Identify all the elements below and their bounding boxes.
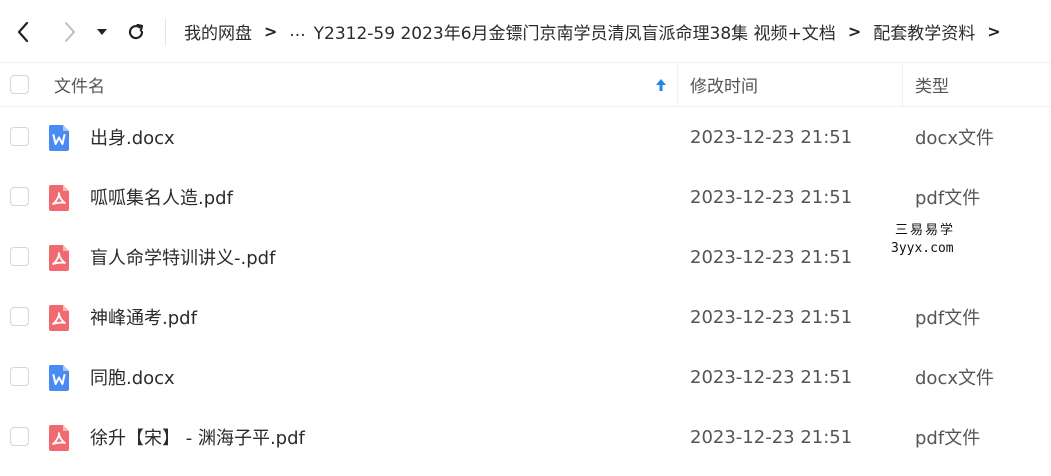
select-all-checkbox[interactable] [10,75,29,94]
toolbar-divider [165,18,166,46]
row-checkbox[interactable] [10,247,29,266]
pdf-icon [48,425,69,451]
row-checkbox[interactable] [10,367,29,386]
pdf-icon [48,305,69,331]
breadcrumb-item-my-drive[interactable]: 我的网盘 [184,19,252,44]
back-button[interactable] [8,14,38,50]
breadcrumb-separator: > [847,21,862,41]
file-type: docx文件 [915,368,994,389]
watermark-line2: 3yyx.com [891,241,954,256]
file-modified-date: 2023-12-23 21:51 [690,426,853,448]
file-list-header: 文件名 修改时间 类型 [0,63,1051,107]
file-name[interactable]: 徐升【宋】 - 渊海子平.pdf [90,407,305,467]
file-name[interactable]: 出身.docx [90,107,175,167]
row-checkbox[interactable] [10,187,29,206]
row-checkbox[interactable] [10,427,29,446]
refresh-button[interactable] [121,14,151,50]
file-type: pdf文件 [915,428,981,449]
file-name[interactable]: 同胞.docx [90,347,175,407]
sort-asc-button[interactable] [655,63,667,106]
forward-button[interactable] [55,14,85,50]
breadcrumb-item-current[interactable]: 配套教学资料 [873,19,975,44]
breadcrumb-separator: > [264,21,278,41]
word-doc-icon [48,125,69,151]
chevron-left-icon [17,21,29,43]
caret-down-icon [97,29,107,35]
watermark: 三易易学 3yyx.com [889,212,987,272]
watermark-line1: 三易易学 [895,223,956,238]
file-modified-date: 2023-12-23 21:51 [690,246,853,268]
breadcrumb: 我的网盘 > ... Y2312-59 2023年6月金镖门京南学员清凤盲派命理… [184,0,1051,62]
chevron-right-icon [65,22,75,42]
file-name[interactable]: 神峰通考.pdf [90,287,197,347]
column-header-modified[interactable]: 修改时间 [690,63,758,106]
refresh-icon [128,23,144,40]
sort-up-arrow-icon [656,78,666,91]
file-row[interactable]: 同胞.docx 2023-12-23 21:51 docx文件 [0,347,1051,407]
breadcrumb-item-ellipsis[interactable]: ... [289,21,305,41]
breadcrumb-item-folder[interactable]: Y2312-59 2023年6月金镖门京南学员清凤盲派命理38集 视频+文档 [314,19,836,44]
pdf-icon [48,245,69,271]
toolbar: 我的网盘 > ... Y2312-59 2023年6月金镖门京南学员清凤盲派命理… [0,0,1051,63]
file-modified-date: 2023-12-23 21:51 [690,186,853,208]
column-header-name[interactable]: 文件名 [54,63,105,106]
column-divider [902,63,903,106]
word-doc-icon [48,365,69,391]
file-modified-date: 2023-12-23 21:51 [690,126,853,148]
column-header-type[interactable]: 类型 [915,63,949,106]
pdf-icon [48,185,69,211]
file-row[interactable]: 神峰通考.pdf 2023-12-23 21:51 pdf文件 [0,287,1051,347]
file-name[interactable]: 呱呱集名人造.pdf [90,167,233,227]
file-row[interactable]: 出身.docx 2023-12-23 21:51 docx文件 [0,107,1051,167]
file-type: pdf文件 [915,308,981,329]
file-modified-date: 2023-12-23 21:51 [690,306,853,328]
column-divider [677,63,678,106]
file-type: docx文件 [915,128,994,149]
row-checkbox[interactable] [10,307,29,326]
file-name[interactable]: 盲人命学特训讲义-.pdf [90,227,275,287]
history-dropdown-button[interactable] [90,14,114,50]
file-row[interactable]: 徐升【宋】 - 渊海子平.pdf 2023-12-23 21:51 pdf文件 [0,407,1051,467]
breadcrumb-separator: > [987,21,1001,41]
row-checkbox[interactable] [10,127,29,146]
file-modified-date: 2023-12-23 21:51 [690,366,853,388]
